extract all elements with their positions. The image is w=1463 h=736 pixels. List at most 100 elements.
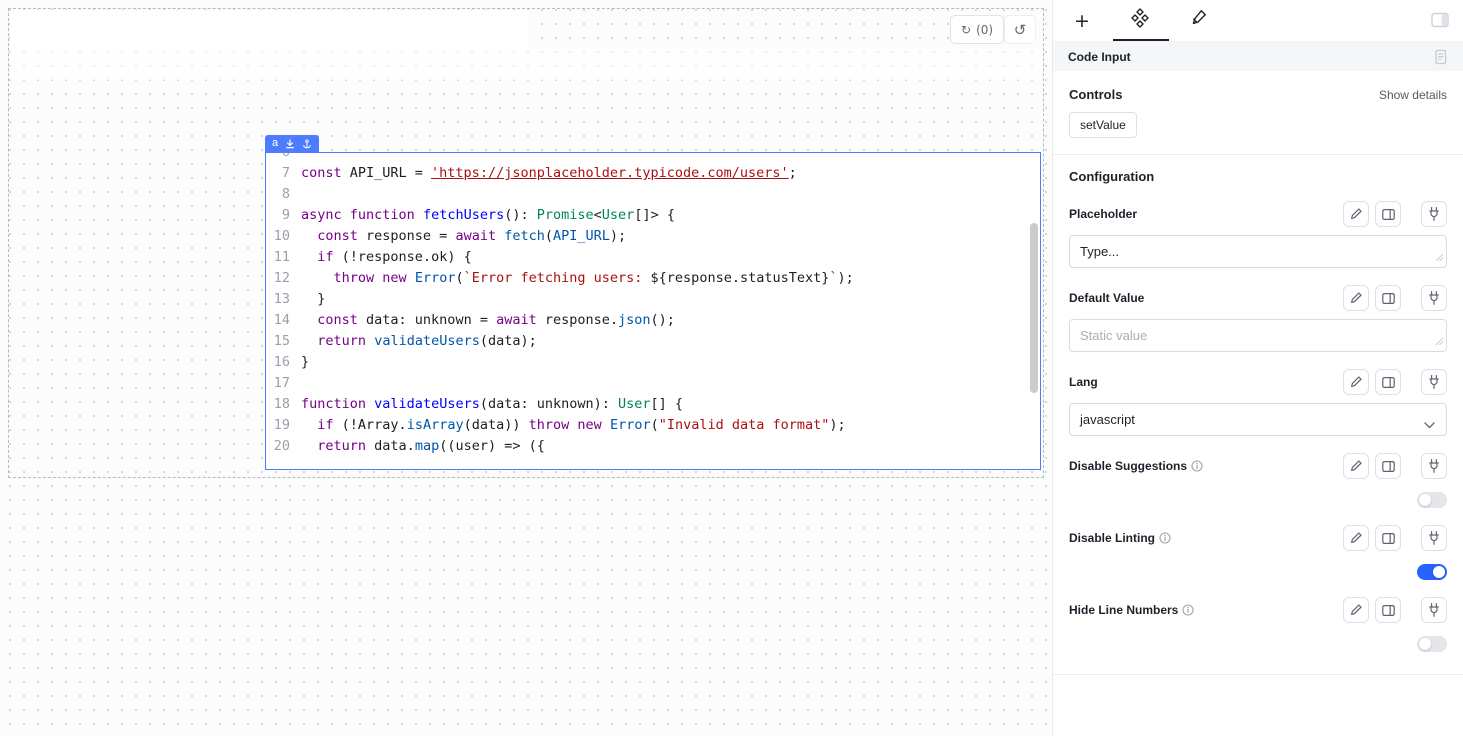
edit-icon-button[interactable] bbox=[1343, 453, 1369, 479]
field-label: Hide Line Numbers bbox=[1069, 603, 1178, 617]
code-token: API_URL bbox=[553, 226, 610, 247]
hide-line-numbers-toggle[interactable] bbox=[1417, 636, 1447, 652]
code-line[interactable]: 19 if (!Array.isArray(data)) throw new E… bbox=[266, 415, 1028, 436]
code-token: fetchUsers bbox=[423, 205, 504, 226]
panel-icon-button[interactable] bbox=[1375, 285, 1401, 311]
empty-container-block[interactable] bbox=[10, 10, 529, 49]
code-token: } bbox=[301, 352, 309, 373]
code-editor-content[interactable]: 67const API_URL = 'https://jsonplacehold… bbox=[266, 152, 1028, 457]
selection-toolbar[interactable]: a bbox=[265, 135, 319, 152]
panel-icon-button[interactable] bbox=[1375, 369, 1401, 395]
code-token: throw bbox=[334, 268, 375, 289]
code-line[interactable]: 13 } bbox=[266, 289, 1028, 310]
code-token: const bbox=[317, 226, 358, 247]
line-number: 13 bbox=[266, 289, 290, 310]
tab-styles[interactable] bbox=[1186, 6, 1210, 36]
field-disable-suggestions: Disable Suggestions bbox=[1069, 453, 1447, 508]
plug-icon-button[interactable] bbox=[1421, 369, 1447, 395]
code-line[interactable]: 11 if (!response.ok) { bbox=[266, 247, 1028, 268]
disable-suggestions-toggle[interactable] bbox=[1417, 492, 1447, 508]
code-editor-widget[interactable]: 67const API_URL = 'https://jsonplacehold… bbox=[265, 152, 1041, 470]
code-line[interactable]: 9async function fetchUsers(): Promise<Us… bbox=[266, 205, 1028, 226]
code-token bbox=[374, 268, 382, 289]
code-token bbox=[366, 331, 374, 352]
code-line[interactable]: 7const API_URL = 'https://jsonplaceholde… bbox=[266, 163, 1028, 184]
refresh-icon: ↻ bbox=[961, 23, 971, 37]
lang-select[interactable]: javascript bbox=[1069, 403, 1447, 436]
placeholder-input[interactable]: Type... bbox=[1069, 235, 1447, 268]
edit-icon-button[interactable] bbox=[1343, 201, 1369, 227]
tab-add-component[interactable]: + bbox=[1070, 6, 1094, 36]
plus-icon: + bbox=[1074, 10, 1090, 32]
line-number: 18 bbox=[266, 394, 290, 415]
code-line[interactable]: 8 bbox=[266, 184, 1028, 205]
empty-container-band[interactable] bbox=[10, 49, 1043, 80]
disable-linting-toggle[interactable] bbox=[1417, 564, 1447, 580]
line-number: 16 bbox=[266, 352, 290, 373]
code-line[interactable]: 14 const data: unknown = await response.… bbox=[266, 310, 1028, 331]
code-token: isArray bbox=[407, 415, 464, 436]
code-token: map bbox=[415, 436, 439, 457]
code-line[interactable]: 6 bbox=[266, 152, 1028, 163]
code-token: validateUsers bbox=[374, 394, 480, 415]
plug-icon-button[interactable] bbox=[1421, 201, 1447, 227]
code-token bbox=[415, 205, 423, 226]
select-value: javascript bbox=[1080, 412, 1135, 427]
code-token: const bbox=[317, 310, 358, 331]
code-line[interactable]: 10 const response = await fetch(API_URL)… bbox=[266, 226, 1028, 247]
default-value-input[interactable]: Static value bbox=[1069, 319, 1447, 352]
arrow-down-to-line-icon[interactable] bbox=[285, 139, 295, 149]
code-line[interactable]: 17 bbox=[266, 373, 1028, 394]
plug-icon-button[interactable] bbox=[1421, 285, 1447, 311]
method-chip-setValue[interactable]: setValue bbox=[1069, 112, 1137, 138]
docs-icon[interactable] bbox=[1433, 49, 1448, 65]
resize-handle-icon[interactable] bbox=[1435, 334, 1444, 349]
input-placeholder: Static value bbox=[1080, 328, 1147, 343]
history-button[interactable]: ↺ bbox=[1004, 15, 1036, 44]
controls-method-list: setValue bbox=[1069, 102, 1447, 138]
editor-scrollbar-thumb[interactable] bbox=[1030, 223, 1038, 393]
line-number: 19 bbox=[266, 415, 290, 436]
components-icon bbox=[1131, 8, 1149, 33]
code-line[interactable]: 15 return validateUsers(data); bbox=[266, 331, 1028, 352]
chevron-down-icon bbox=[1424, 417, 1435, 432]
plug-icon-button[interactable] bbox=[1421, 453, 1447, 479]
code-token bbox=[569, 415, 577, 436]
code-line[interactable]: 16} bbox=[266, 352, 1028, 373]
code-token bbox=[407, 268, 415, 289]
code-line[interactable]: 20 return data.map((user) => ({ bbox=[266, 436, 1028, 457]
plug-icon-button[interactable] bbox=[1421, 525, 1447, 551]
code-token: response. bbox=[537, 310, 618, 331]
edit-icon-button[interactable] bbox=[1343, 285, 1369, 311]
toggle-knob bbox=[1419, 638, 1431, 650]
code-token: const bbox=[301, 163, 342, 184]
plug-icon-button[interactable] bbox=[1421, 597, 1447, 623]
reset-state-button[interactable]: ↻ (0) bbox=[950, 15, 1004, 44]
code-token: ); bbox=[829, 415, 845, 436]
panel-icon-button[interactable] bbox=[1375, 597, 1401, 623]
selected-component-header: Code Input bbox=[1053, 42, 1463, 71]
panel-icon-button[interactable] bbox=[1375, 525, 1401, 551]
code-token: ((user) => ({ bbox=[439, 436, 545, 457]
panel-icon-button[interactable] bbox=[1375, 201, 1401, 227]
anchor-icon[interactable] bbox=[302, 139, 312, 149]
code-token: (data)) bbox=[464, 415, 529, 436]
edit-icon-button[interactable] bbox=[1343, 597, 1369, 623]
panel-icon-button[interactable] bbox=[1375, 453, 1401, 479]
collapse-panel-button[interactable] bbox=[1430, 12, 1450, 30]
code-line[interactable]: 18function validateUsers(data: unknown):… bbox=[266, 394, 1028, 415]
history-icon: ↺ bbox=[1014, 21, 1027, 39]
resize-handle-icon[interactable] bbox=[1435, 250, 1444, 265]
section-divider bbox=[1053, 154, 1463, 155]
code-token: data. bbox=[366, 436, 415, 457]
code-line[interactable]: 12 throw new Error(`Error fetching users… bbox=[266, 268, 1028, 289]
code-token: (!Array. bbox=[334, 415, 407, 436]
edit-icon-button[interactable] bbox=[1343, 369, 1369, 395]
tab-component-config[interactable] bbox=[1128, 6, 1152, 36]
field-hide-line-numbers: Hide Line Numbers bbox=[1069, 597, 1447, 652]
edit-icon-button[interactable] bbox=[1343, 525, 1369, 551]
code-token: (!response.ok) { bbox=[334, 247, 472, 268]
editor-canvas[interactable]: ↻ (0) ↺ a 67const API_URL = 'https://jso… bbox=[0, 0, 1052, 736]
show-details-link[interactable]: Show details bbox=[1379, 88, 1447, 102]
code-token: User bbox=[602, 205, 635, 226]
